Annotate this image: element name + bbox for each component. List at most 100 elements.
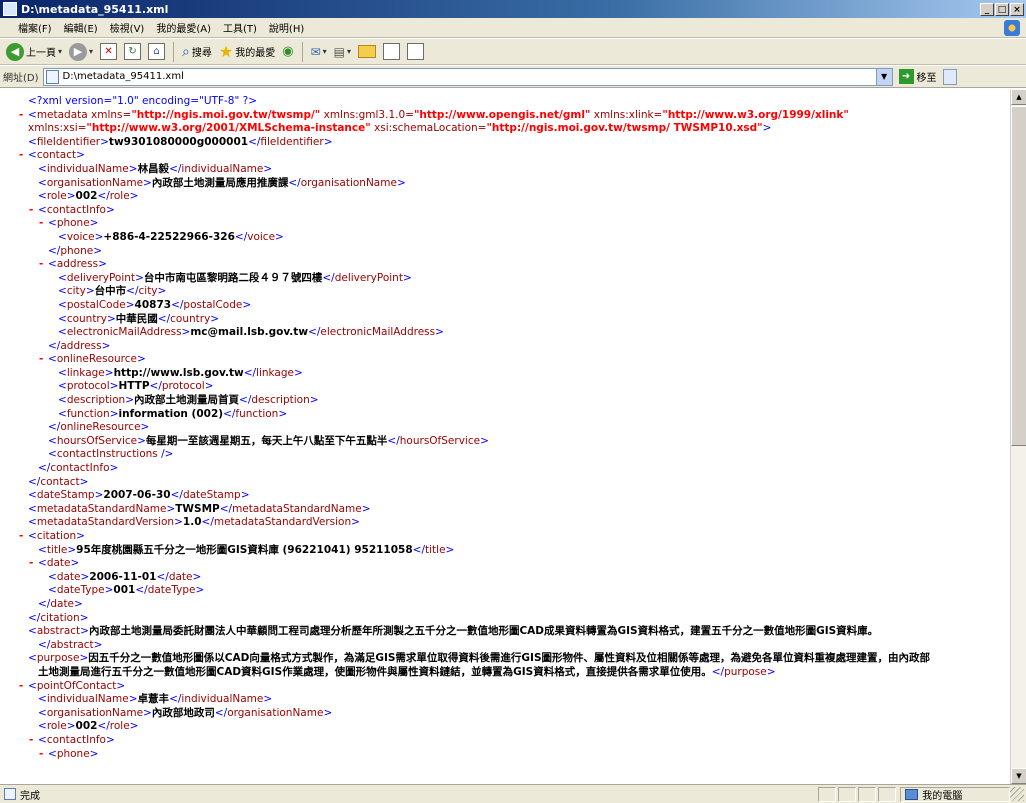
media-button[interactable]: ◉ bbox=[280, 41, 295, 63]
menu-tools[interactable]: 工具(T) bbox=[223, 20, 257, 35]
xml-line: <dateStamp>2007-06-30</dateStamp> bbox=[18, 489, 1010, 503]
xml-token: > bbox=[93, 638, 103, 651]
xml-line: <function>information (002)</function> bbox=[18, 408, 1010, 422]
xml-token: date bbox=[168, 570, 193, 583]
xml-token: > bbox=[135, 271, 144, 284]
xml-token: </ bbox=[169, 693, 182, 706]
xml-line: <role>002</role> bbox=[18, 190, 1010, 204]
xml-token: city bbox=[66, 285, 86, 298]
back-button[interactable]: ◀ 上一頁 ▾ bbox=[4, 41, 64, 63]
scroll-down-icon[interactable]: ▼ bbox=[1011, 768, 1026, 784]
xml-token: contactInfo bbox=[46, 733, 106, 746]
vertical-scrollbar[interactable]: ▲ ▼ bbox=[1010, 89, 1026, 784]
xml-token: abstract bbox=[50, 638, 94, 651]
xml-token: </ bbox=[135, 584, 148, 597]
close-button[interactable]: × bbox=[1010, 2, 1024, 16]
xml-token: > bbox=[100, 135, 109, 148]
xml-token: < bbox=[28, 516, 37, 529]
favorites-button[interactable]: ★ 我的最愛 bbox=[217, 41, 277, 63]
xml-token: > bbox=[101, 339, 111, 352]
xml-token: < bbox=[38, 733, 47, 746]
xml-token: > bbox=[435, 326, 444, 339]
xml-token: 卓薏丰 bbox=[137, 693, 170, 706]
xml-line: <electronicMailAddress>mc@mail.lsb.gov.t… bbox=[18, 326, 1010, 340]
collapse-toggle[interactable]: - bbox=[28, 204, 38, 218]
xml-token: </ bbox=[97, 720, 110, 733]
xml-token: > bbox=[210, 312, 220, 325]
menu-edit[interactable]: 編輯(E) bbox=[64, 20, 98, 35]
collapse-toggle[interactable]: - bbox=[18, 109, 28, 123]
xml-token: protocol bbox=[161, 380, 205, 393]
xml-token: 內政部土地測量局應用推廣課 bbox=[151, 176, 289, 189]
scroll-up-icon[interactable]: ▲ bbox=[1011, 89, 1026, 105]
links-button[interactable] bbox=[942, 68, 957, 85]
forward-button[interactable]: ▶ ▾ bbox=[67, 41, 95, 63]
collapse-toggle[interactable]: - bbox=[28, 557, 38, 571]
xml-token: voice bbox=[247, 230, 276, 243]
xml-tree: <?xml version="1.0" encoding="UTF-8" ?> -… bbox=[18, 95, 1010, 761]
address-dropdown-icon[interactable]: ▼ bbox=[875, 68, 892, 85]
xml-token: </ bbox=[308, 326, 321, 339]
home-button[interactable]: ⌂ bbox=[146, 41, 167, 63]
search-button[interactable]: ⌕ 搜尋 bbox=[180, 41, 214, 63]
collapse-toggle[interactable]: - bbox=[18, 530, 28, 544]
print-button[interactable]: ▤ ▾ bbox=[332, 41, 353, 63]
xml-token: </ bbox=[412, 543, 426, 556]
menu-file[interactable]: 檔案(F) bbox=[18, 20, 52, 35]
xml-token: > bbox=[323, 706, 333, 719]
xml-token: organisationName bbox=[227, 706, 324, 719]
xml-token: xmlns:xlink= bbox=[590, 108, 663, 121]
minimize-button[interactable]: _ bbox=[980, 2, 994, 16]
scroll-thumb[interactable] bbox=[1011, 106, 1026, 446]
refresh-button[interactable]: ↻ bbox=[122, 41, 143, 63]
xml-token: < bbox=[38, 162, 47, 175]
title-bar: D:\metadata_95411.xml _ □ × bbox=[0, 0, 1026, 18]
stop-button[interactable]: ✕ bbox=[98, 41, 119, 63]
xml-token: phone bbox=[60, 244, 94, 257]
xml-token: date bbox=[46, 557, 71, 570]
xml-token: > bbox=[67, 543, 77, 556]
xml-token: </ bbox=[201, 516, 214, 529]
xml-token: < bbox=[48, 258, 57, 271]
xml-line: <contactInstructions /> bbox=[18, 448, 1010, 462]
collapse-toggle[interactable]: - bbox=[38, 217, 48, 231]
collapse-toggle[interactable]: - bbox=[38, 748, 48, 762]
xml-token: </ bbox=[28, 475, 41, 488]
messenger-button[interactable] bbox=[405, 41, 426, 63]
collapse-toggle[interactable]: - bbox=[18, 149, 28, 163]
mail-button[interactable]: ✉ ▾ bbox=[309, 41, 329, 63]
menu-view[interactable]: 檢視(V) bbox=[110, 20, 145, 35]
xml-token: > bbox=[137, 434, 146, 447]
xml-line: </address> bbox=[18, 340, 1010, 354]
xml-token: < bbox=[38, 190, 47, 203]
go-button[interactable]: ➜ 移至 bbox=[898, 69, 937, 84]
collapse-toggle[interactable]: - bbox=[18, 680, 28, 694]
xml-token: pointOfContact bbox=[36, 679, 117, 692]
xml-token: country bbox=[66, 312, 107, 325]
address-input[interactable]: D:\metadata_95411.xml ▼ bbox=[42, 67, 893, 86]
xml-token: purpose bbox=[36, 652, 80, 665]
xml-token: < bbox=[28, 108, 37, 121]
research-button[interactable] bbox=[381, 41, 402, 63]
xml-token: > bbox=[263, 162, 273, 175]
maximize-button[interactable]: □ bbox=[995, 2, 1009, 16]
collapse-toggle[interactable]: - bbox=[28, 734, 38, 748]
folder-button[interactable] bbox=[356, 41, 378, 63]
xml-line: <organisationName>內政部地政司</organisationNa… bbox=[18, 707, 1010, 721]
xml-token: > bbox=[106, 312, 116, 325]
xml-token: </ bbox=[243, 366, 257, 379]
menu-help[interactable]: 說明(H) bbox=[269, 20, 304, 35]
xml-token: > bbox=[351, 516, 360, 529]
xml-token: 每星期一至該週星期五，每天上午八點至下午五點半 bbox=[145, 434, 388, 447]
xml-token: phone bbox=[56, 747, 90, 760]
xml-token: purpose bbox=[724, 665, 767, 678]
xml-token: postalCode bbox=[66, 298, 126, 311]
collapse-toggle[interactable]: - bbox=[38, 258, 48, 272]
xml-token: </ bbox=[171, 298, 184, 311]
toolbar-separator bbox=[301, 41, 303, 62]
menu-favorites[interactable]: 我的最愛(A) bbox=[156, 20, 211, 35]
collapse-toggle[interactable]: - bbox=[38, 353, 48, 367]
resize-grip[interactable] bbox=[1010, 787, 1024, 801]
status-bar: 完成 我的電腦 bbox=[0, 784, 1026, 803]
xml-token: role bbox=[109, 720, 130, 733]
